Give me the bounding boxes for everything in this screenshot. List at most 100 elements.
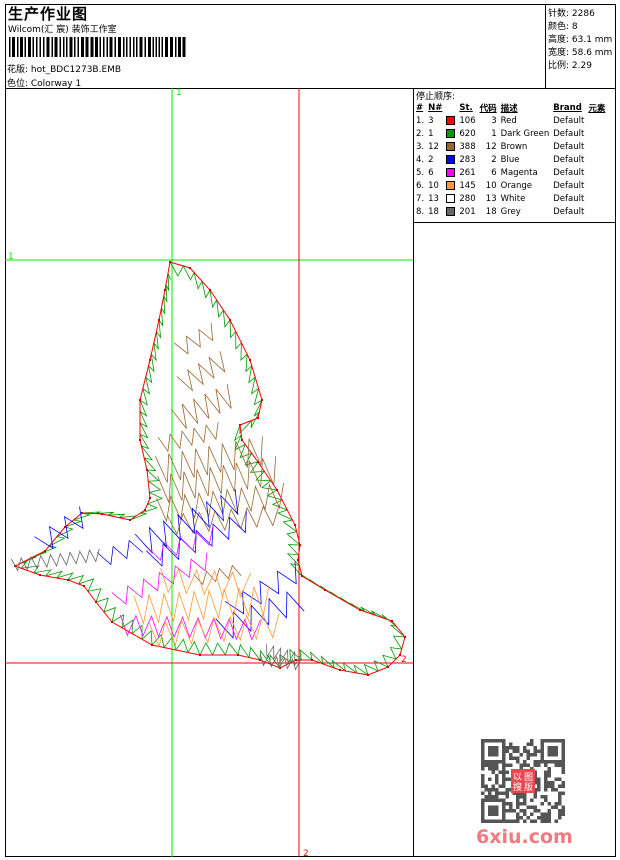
qr-module [505, 791, 509, 795]
needle-point [67, 579, 69, 581]
qr-module [558, 798, 562, 802]
qr-module [519, 816, 523, 820]
qr-module [540, 795, 544, 799]
qr-module [516, 819, 520, 823]
qr-module [491, 763, 495, 767]
qr-module [561, 812, 565, 816]
qr-module [495, 791, 499, 795]
qr-module [537, 816, 541, 820]
needle-point [261, 399, 263, 401]
qr-module [495, 788, 499, 792]
qr-module [516, 802, 520, 806]
qr-module [481, 781, 485, 785]
end-label-bottom: 2 [303, 849, 309, 859]
qr-module [505, 746, 509, 750]
qr-module [509, 809, 513, 813]
qr-module [558, 784, 562, 788]
qr-module [526, 753, 530, 757]
qr-module [505, 749, 509, 753]
qr-module [554, 763, 558, 767]
qr-module [516, 812, 520, 816]
qr-module [509, 763, 513, 767]
qr-module [558, 777, 562, 781]
qr-module [540, 812, 544, 816]
qr-finder-center [488, 805, 499, 816]
qr-module [530, 812, 534, 816]
satin-border-stitches [19, 261, 407, 677]
qr-module [544, 774, 548, 778]
qr-module [484, 795, 488, 799]
needle-point [146, 469, 148, 471]
needle-point [95, 601, 97, 603]
qr-module [495, 781, 499, 785]
needle-point [169, 261, 171, 263]
qr-module [505, 777, 509, 781]
qr-module [537, 809, 541, 813]
embroidery-preview: 1 1 2 2 [5, 88, 413, 859]
qr-module [519, 802, 523, 806]
fill-stitches-grey [10, 548, 100, 572]
qr-module [481, 763, 485, 767]
production-worksheet: 生产作业图 Wilcom(汇 宸) 装饰工作室 花版: hot_BDC1273B… [0, 0, 620, 860]
qr-module [495, 777, 499, 781]
qr-module [488, 791, 492, 795]
qr-module [495, 795, 499, 799]
qr-module [523, 795, 527, 799]
qr-module [547, 767, 551, 771]
qr-module [523, 746, 527, 750]
qr-module [544, 784, 548, 788]
qr-module [533, 805, 537, 809]
qr-module [484, 788, 488, 792]
qr-module [547, 802, 551, 806]
qr-module [502, 777, 506, 781]
fill-stitches-brown [173, 322, 214, 355]
qr-module [558, 816, 562, 820]
qr-module [523, 798, 527, 802]
qr-module [502, 784, 506, 788]
needle-point [241, 439, 243, 441]
qr-module [512, 819, 516, 823]
seal-character: 以 [513, 773, 522, 783]
qr-module [544, 777, 548, 781]
fill-stitches-brown [176, 351, 226, 392]
qr-module [547, 781, 551, 785]
needle-point [387, 666, 389, 668]
needle-point [111, 621, 113, 623]
qr-module [540, 816, 544, 820]
qr-module [509, 819, 513, 823]
end-label-right: 2 [401, 655, 407, 665]
qr-module [523, 760, 527, 764]
qr-module [554, 777, 558, 781]
qr-module [558, 809, 562, 813]
qr-module [498, 791, 502, 795]
qr-module [481, 777, 485, 781]
qr-module [533, 746, 537, 750]
needle-point [139, 439, 141, 441]
qr-module [544, 788, 548, 792]
needle-point [158, 319, 160, 321]
qr-module [561, 781, 565, 785]
qr-module [481, 791, 485, 795]
needle-point [151, 644, 153, 646]
qr-module [512, 809, 516, 813]
needle-point [294, 524, 296, 526]
needle-point [399, 654, 401, 656]
fill-stitches-grey [266, 644, 302, 667]
qr-module [554, 802, 558, 806]
qr-module [533, 749, 537, 753]
qr-module [523, 763, 527, 767]
qr-module [526, 749, 530, 753]
qr-module [505, 802, 509, 806]
needle-point [149, 359, 151, 361]
qr-module [516, 816, 520, 820]
qr-module [533, 753, 537, 757]
qr-module [516, 756, 520, 760]
needle-point [404, 636, 406, 638]
needle-point [391, 620, 393, 622]
needle-point [276, 489, 278, 491]
needle-point [237, 654, 239, 656]
qr-module [519, 809, 523, 813]
qr-module [512, 756, 516, 760]
start-label-left: 1 [8, 252, 14, 262]
needle-point [149, 497, 151, 499]
